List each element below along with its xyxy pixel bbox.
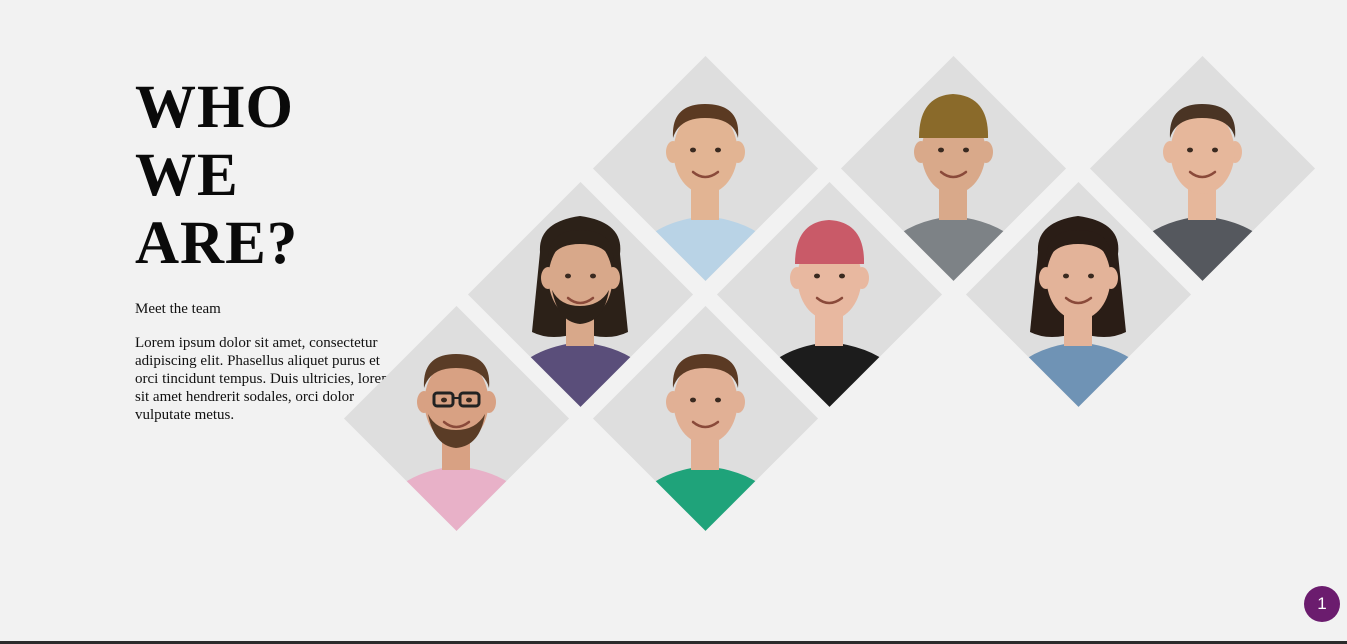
- subtitle: Meet the team: [135, 301, 221, 317]
- intro-section: WHO WE ARE? Meet the team Lorem ipsum do…: [135, 74, 405, 424]
- notification-badge-button[interactable]: 1: [1304, 586, 1340, 622]
- page-title: WHO WE ARE?: [135, 74, 299, 277]
